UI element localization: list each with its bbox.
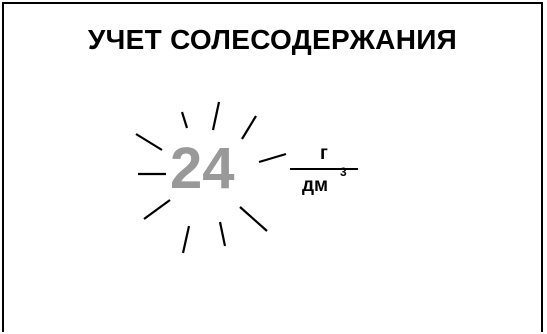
ray [258, 152, 287, 164]
ray [239, 206, 268, 232]
ray [135, 133, 163, 151]
ray [241, 115, 257, 140]
unit-label: г дм 3 [290, 144, 360, 204]
unit-denominator: дм [302, 175, 329, 196]
ray [218, 221, 227, 247]
salinity-value: 24 [170, 136, 235, 201]
unit-exponent: 3 [340, 165, 347, 179]
ray [181, 225, 191, 254]
ray [180, 111, 189, 129]
unit-numerator: г [320, 143, 328, 164]
screen-frame: УЧЕТ СОЛЕСОДЕРЖАНИЯ 24 г дм 3 [2, 2, 543, 332]
ray [143, 199, 171, 220]
ray [211, 101, 221, 131]
fraction-bar [290, 168, 358, 170]
screen-title: УЧЕТ СОЛЕСОДЕРЖАНИЯ [87, 24, 458, 55]
salinity-indicator: 24 [104, 84, 304, 264]
